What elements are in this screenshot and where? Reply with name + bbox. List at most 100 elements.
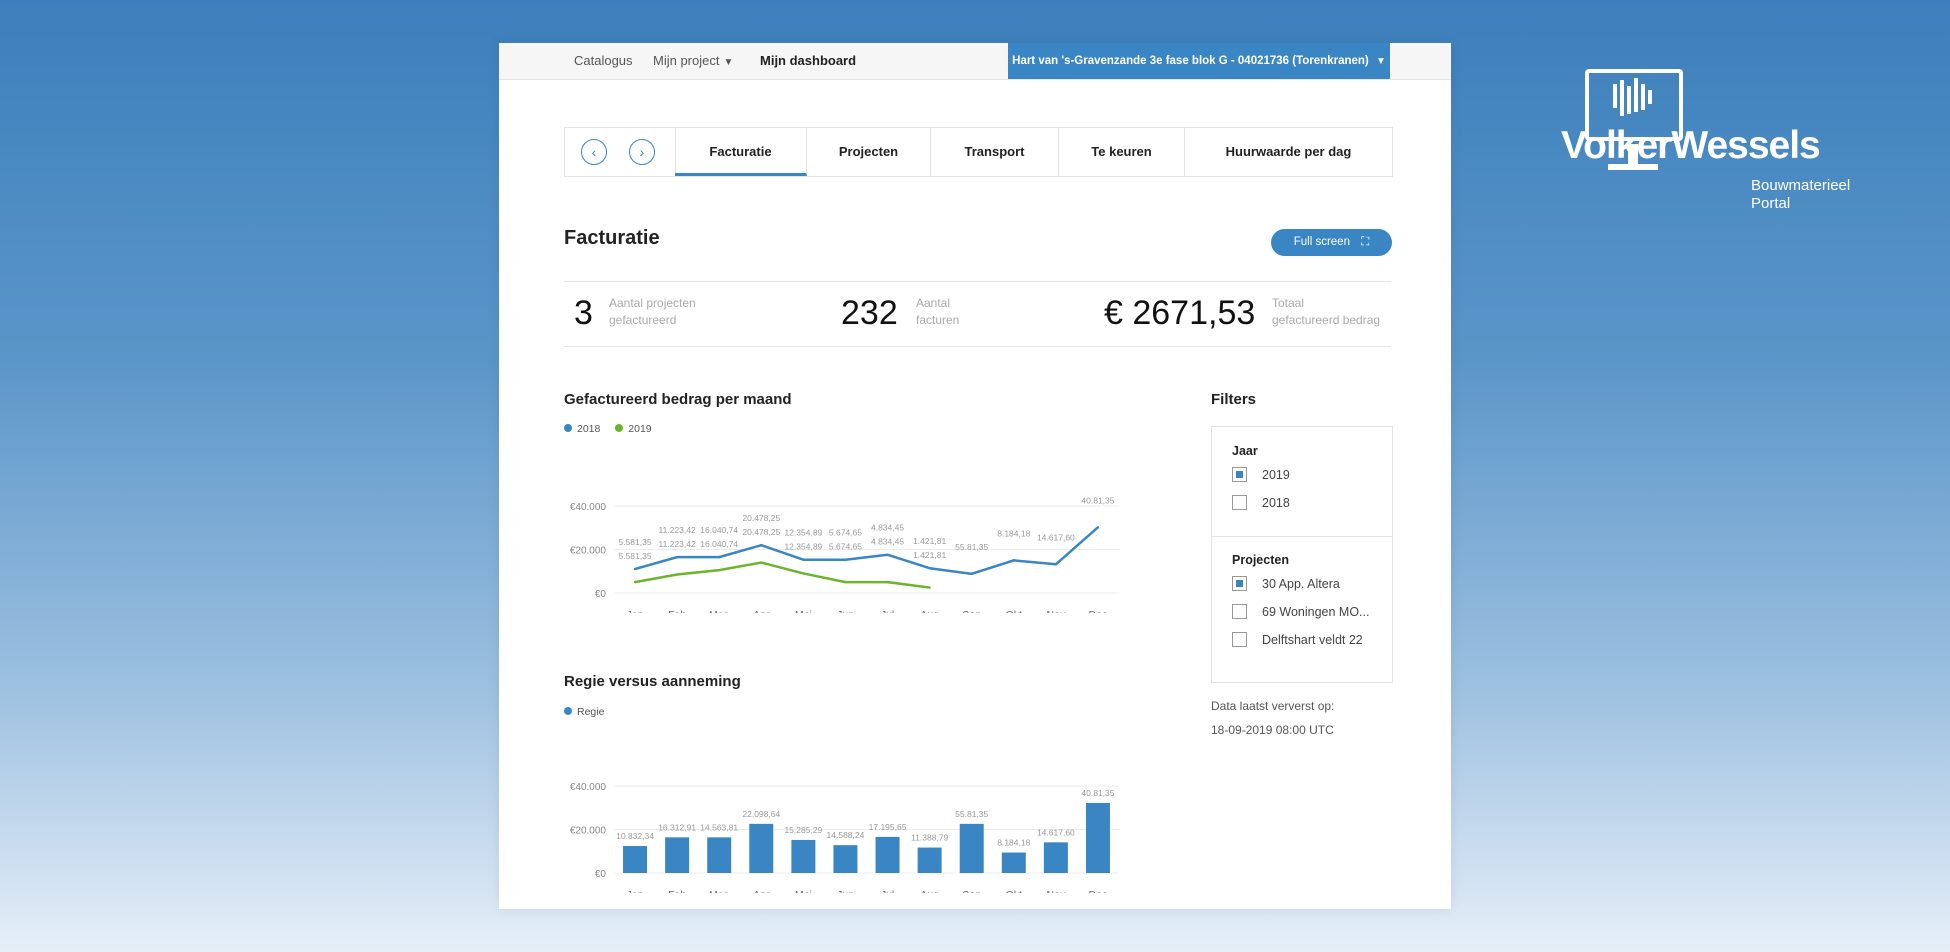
x-tick-label: Okt <box>1006 609 1022 613</box>
checkbox-checked[interactable] <box>1232 576 1247 591</box>
data-label: 11.388,79 <box>911 833 948 843</box>
y-tick-label: €40.000 <box>570 502 607 513</box>
nav-catalogus[interactable]: Catalogus <box>574 43 633 79</box>
bar <box>1085 802 1110 873</box>
data-point <box>633 567 637 571</box>
data-point <box>1012 559 1015 562</box>
tab-projecten[interactable]: Projecten <box>807 128 931 176</box>
data-point <box>928 567 931 570</box>
y-tick-label: €0 <box>595 589 607 600</box>
dashboard-tabs: ‹ › Facturatie Projecten Transport Te ke… <box>564 127 1393 177</box>
legend-2019: 2019 <box>628 423 652 435</box>
data-point <box>844 580 847 584</box>
bar <box>833 845 858 873</box>
bar-chart: €0 €20.000 €40.000 Jan Feb Maa Apr Mei Jun Jul Aug… <box>570 782 1119 893</box>
logo-wordmark: VolkerWessels <box>1561 124 1821 167</box>
project-selector[interactable]: Hart van 's-Gravenzande 3e fase blok G -… <box>1008 43 1390 79</box>
data-label: 12.354,89 <box>784 528 822 538</box>
y-tick-label: €20.000 <box>570 546 607 557</box>
data-point <box>970 572 973 576</box>
bar <box>623 846 648 873</box>
chevron-right-icon[interactable]: › <box>629 139 655 165</box>
x-tick-label: Aug <box>920 609 939 613</box>
checkbox[interactable] <box>1232 632 1247 647</box>
checkbox[interactable] <box>1232 604 1247 619</box>
data-label: 14.563,81 <box>700 822 738 832</box>
stats-row: 3 Aantal projecten gefactureerd 232 Aanta… <box>564 281 1391 347</box>
project-selector-label: Hart van 's-Gravenzande 3e fase blok G -… <box>1012 55 1369 67</box>
data-label: 40.81,35 <box>1081 788 1114 798</box>
x-tick-label: Jul <box>881 889 894 893</box>
data-label: 16.040,74 <box>700 539 738 549</box>
bar <box>749 823 774 873</box>
legend-regie: Regie <box>577 706 605 718</box>
x-tick-label: Jul <box>881 609 894 613</box>
x-tick-label: Maa <box>709 889 730 893</box>
dashboard-page: Catalogus Mijn project ▼ Mijn dashboard H… <box>499 43 1451 909</box>
y-tick-label: €20.000 <box>570 826 607 837</box>
bar <box>791 839 816 873</box>
data-label: 1.421,81 <box>913 550 946 560</box>
data-point <box>675 555 679 559</box>
checkbox-checked[interactable] <box>1232 467 1247 482</box>
data-label: 4.834,45 <box>871 537 904 547</box>
data-point <box>718 555 721 559</box>
filter-group-jaar: Jaar <box>1232 444 1258 458</box>
x-tick-label: Sep <box>962 609 981 613</box>
filter-option-altera[interactable]: 30 App. Altera <box>1232 575 1340 593</box>
chart2-legend: Regie <box>564 706 604 718</box>
data-label: 15.285,29 <box>784 825 822 835</box>
top-nav-bar: Catalogus Mijn project ▼ Mijn dashboard H… <box>499 43 1451 80</box>
data-point <box>718 568 721 572</box>
data-point <box>844 558 847 561</box>
legend-dot-2018 <box>564 424 572 432</box>
x-tick-label: Jun <box>837 889 854 893</box>
fullscreen-label: Full screen <box>1293 236 1350 248</box>
data-point <box>633 580 637 584</box>
bar <box>875 836 900 873</box>
x-tick-label: Maa <box>709 609 730 613</box>
tab-pager: ‹ › <box>565 128 676 176</box>
x-tick-label: Dec <box>1089 609 1108 613</box>
tab-facturatie[interactable]: Facturatie <box>675 128 807 176</box>
tab-transport[interactable]: Transport <box>931 128 1059 176</box>
data-point <box>886 553 889 556</box>
data-label: 5.674,65 <box>829 528 862 538</box>
filter-option-2018[interactable]: 2018 <box>1232 494 1290 512</box>
tab-huurwaarde-per-dag[interactable]: Huurwaarde per dag <box>1185 128 1392 176</box>
x-tick-label: Okt <box>1006 889 1022 893</box>
tab-te-keuren[interactable]: Te keuren <box>1059 128 1185 176</box>
filter-option-woningen[interactable]: 69 Woningen MO... <box>1232 603 1369 621</box>
data-label: 16.040,74 <box>700 525 738 535</box>
x-tick-label: Apr <box>753 609 770 613</box>
filters-title: Filters <box>1211 391 1257 408</box>
data-label: 14.617,60 <box>1037 827 1075 837</box>
data-label: 12.354,89 <box>784 542 822 552</box>
fullscreen-button[interactable]: Full screen ⛶ <box>1271 229 1392 256</box>
x-tick-label: Feb <box>668 609 686 613</box>
checkbox[interactable] <box>1232 495 1247 510</box>
chevron-down-icon: ▼ <box>1375 56 1386 67</box>
data-point <box>1096 526 1100 529</box>
data-point <box>675 573 679 576</box>
refresh-time: 18-09-2019 08:00 UTC <box>1211 723 1334 737</box>
data-point <box>802 558 805 561</box>
x-tick-label: Sep <box>962 889 981 893</box>
series-line-2019 <box>634 561 930 589</box>
data-label: 14.617,60 <box>1037 532 1075 542</box>
data-point <box>1054 563 1058 566</box>
x-tick-label: Jun <box>837 609 854 613</box>
data-label: 8.184,18 <box>997 838 1030 848</box>
data-label: 11.223,42 <box>659 525 696 535</box>
filter-option-2019[interactable]: 2019 <box>1232 466 1290 484</box>
nav-mijn-dashboard[interactable]: Mijn dashboard <box>760 43 856 79</box>
x-tick-label: Nov <box>1047 609 1066 613</box>
chevron-left-icon[interactable]: ‹ <box>581 139 607 165</box>
x-tick-label: Feb <box>668 889 686 893</box>
stat-total-label: Totaal gefactureerd bedrag <box>1272 296 1381 327</box>
filter-option-delftshart[interactable]: Delftshart veldt 22 <box>1232 631 1363 649</box>
filters-panel: Jaar 2019 2018 Projecten 30 App. Altera … <box>1211 426 1393 683</box>
data-label: 1.421,81 <box>913 536 946 546</box>
nav-mijn-project[interactable]: Mijn project ▼ <box>653 43 733 79</box>
bar <box>1001 852 1026 873</box>
